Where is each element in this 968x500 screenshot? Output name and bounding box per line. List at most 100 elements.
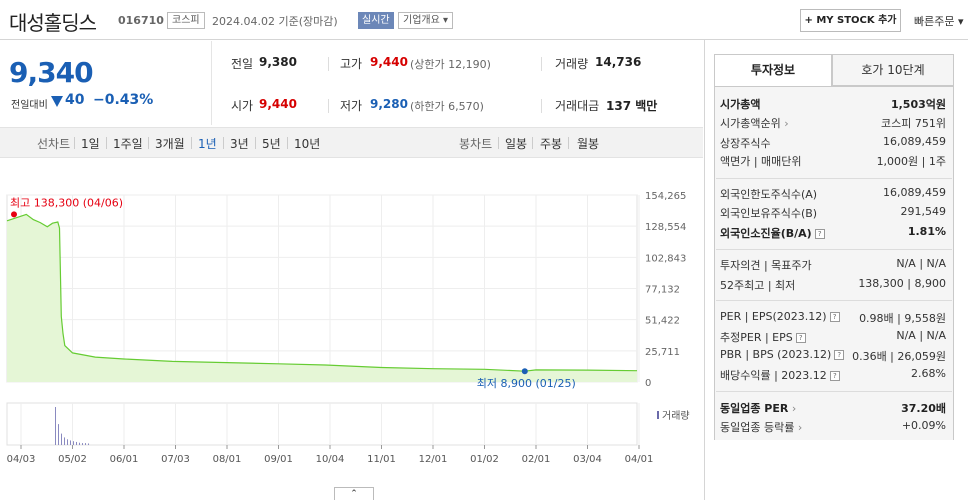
change-rate: −0.43% <box>93 92 154 108</box>
x-tick-label: 09/01 <box>264 454 293 465</box>
realtime-badge[interactable]: 실시간 <box>358 12 394 29</box>
current-price: 9,340 <box>9 56 94 89</box>
help-icon[interactable]: ? <box>829 371 840 381</box>
divider <box>106 137 107 149</box>
volume-bar <box>67 439 68 445</box>
listed-shares-value: 16,089,459 <box>883 135 946 148</box>
help-icon[interactable]: ? <box>829 312 840 322</box>
tab-3year[interactable]: 3년 <box>230 135 249 152</box>
y-tick-label: 77,132 <box>645 285 680 296</box>
stock-name: 대성홀딩스 <box>9 11 97 35</box>
tab-3month[interactable]: 3개월 <box>155 135 185 152</box>
tab-weekly[interactable]: 주봉 <box>540 135 562 152</box>
tab-daily[interactable]: 일봉 <box>505 135 527 152</box>
divider <box>498 137 499 149</box>
divider <box>148 137 149 149</box>
x-tick-label: 05/02 <box>58 454 87 465</box>
tab-5year[interactable]: 5년 <box>262 135 281 152</box>
tab-1day[interactable]: 1일 <box>81 135 100 152</box>
market-badge: 코스피 <box>167 12 205 29</box>
prev-close-label: 전일 <box>231 57 254 71</box>
divider <box>223 137 224 149</box>
industry-change-value: +0.09% <box>901 419 946 432</box>
amount-value: 137 백만 <box>606 99 658 113</box>
volume-bar <box>85 443 86 445</box>
divider <box>287 137 288 149</box>
open-value: 9,440 <box>259 97 297 111</box>
x-tick-label: 03/04 <box>573 454 602 465</box>
tab-1week[interactable]: 1주일 <box>113 135 143 152</box>
divider <box>541 99 542 113</box>
volume-bar <box>88 443 89 445</box>
help-icon[interactable]: ? <box>834 350 845 360</box>
divider <box>716 178 952 179</box>
foreign-holding-value: 291,549 <box>900 205 947 218</box>
volume-bar <box>70 440 71 445</box>
divider <box>328 57 329 71</box>
min-marker <box>521 368 528 375</box>
x-tick-label: 12/01 <box>419 454 448 465</box>
divider <box>716 249 952 250</box>
market-cap-value: 1,503억원 <box>890 98 946 111</box>
industry-per-label[interactable]: 동일업종 PER › <box>720 400 796 416</box>
volume-legend-swatch <box>657 411 659 419</box>
divider <box>532 137 533 149</box>
date-text: 2024.04.02 기준(장마감) <box>212 15 338 28</box>
divider <box>328 99 329 113</box>
volume-area <box>6 402 638 446</box>
pbr-bps-value: 0.36배 | 26,059원 <box>852 350 946 363</box>
company-overview-dropdown[interactable]: 기업개요 ▾ <box>398 12 453 29</box>
tab-10year[interactable]: 10년 <box>294 135 320 152</box>
x-tick-label: 08/01 <box>213 454 242 465</box>
foreign-limit-value: 16,089,459 <box>883 186 946 199</box>
market-cap-rank-label[interactable]: 시가총액순위 › <box>720 115 789 131</box>
chevron-right-icon: › <box>797 421 803 434</box>
prev-close-value: 9,380 <box>259 55 297 69</box>
y-tick-label: 51,422 <box>645 316 680 327</box>
est-per-eps-label: 추정PER | EPS? <box>720 329 806 345</box>
add-mystock-button[interactable]: + MY STOCK 추가 <box>800 9 901 32</box>
y-tick-label: 102,843 <box>645 253 686 264</box>
volume-bar <box>64 437 65 445</box>
divider <box>716 391 952 392</box>
open-label: 시가 <box>231 99 254 113</box>
volume-bar <box>76 441 77 445</box>
low-label: 저가 <box>340 99 363 113</box>
volume-bar <box>61 433 62 445</box>
help-icon[interactable]: ? <box>795 333 806 343</box>
price-chart[interactable]: 154,265 128,554 102,843 77,132 51,422 25,711 0… <box>0 160 704 500</box>
candle-chart-label: 봉차트 <box>459 137 493 151</box>
change-value: 40 <box>65 92 85 108</box>
52week-range-value: 138,300 | 8,900 <box>858 277 946 290</box>
tab-investment-info[interactable]: 투자정보 <box>714 54 832 86</box>
quick-order-button[interactable]: 빠른주문 ▾ <box>914 13 964 29</box>
collapse-toggle-button[interactable]: ⌃ <box>334 487 374 500</box>
opinion-target-label: 투자의견 | 목표주가 <box>720 259 812 272</box>
max-annotation: 최고 138,300 (04/06) <box>10 196 123 209</box>
min-annotation: 최저 8,900 (01/25) <box>477 377 576 390</box>
volume-label: 거래량 <box>555 57 589 71</box>
divider <box>191 137 192 149</box>
help-icon[interactable]: ? <box>814 229 825 239</box>
pbr-bps-label: PBR | BPS (2023.12)? <box>720 348 845 361</box>
52week-range-label: 52주최고 | 최저 <box>720 279 796 292</box>
tab-monthly[interactable]: 월봉 <box>577 135 599 152</box>
stock-code: 016710 <box>118 14 164 27</box>
par-value-value: 1,000원 | 1주 <box>876 155 946 168</box>
foreign-exhaustion-label: 외국인소진율(B/A)? <box>720 225 825 241</box>
est-per-eps-value: N/A | N/A <box>896 329 946 342</box>
low-value: 9,280 <box>370 97 408 111</box>
volume-legend-label: 거래량 <box>662 410 690 422</box>
tab-orderbook-10[interactable]: 호가 10단계 <box>832 54 954 86</box>
industry-change-label[interactable]: 동일업종 등락률 › <box>720 419 802 435</box>
listed-shares-label: 상장주식수 <box>720 137 771 150</box>
tab-1year[interactable]: 1년 <box>198 135 217 152</box>
divider <box>255 137 256 149</box>
amount-label: 거래대금 <box>555 99 600 113</box>
foreign-holding-label: 외국인보유주식수(B) <box>720 207 818 220</box>
volume-value: 14,736 <box>595 55 642 69</box>
par-value-label: 액면가 | 매매단위 <box>720 155 802 168</box>
foreign-exhaustion-value: 1.81% <box>907 225 946 238</box>
dividend-yield-value: 2.68% <box>911 367 946 380</box>
lower-limit: (하한가 6,570) <box>410 100 484 113</box>
